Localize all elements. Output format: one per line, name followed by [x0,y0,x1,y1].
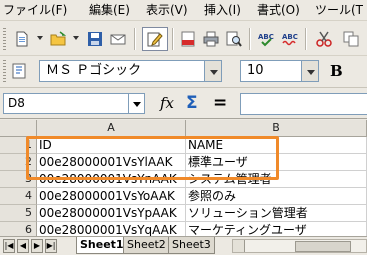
scroll-left-button[interactable] [233,240,245,252]
menu-view[interactable]: 表示(V) [146,3,188,18]
edit-file-icon[interactable] [147,31,163,47]
svg-text:ABC: ABC [282,33,298,41]
spellcheck-icon[interactable]: ABC [258,31,274,47]
menu-edit[interactable]: 編集(E) [89,3,130,18]
font-size-dropdown-button[interactable] [302,60,319,82]
cell-a4[interactable]: 00e28000001VsYoAAK [37,188,186,205]
styles-formatting-icon[interactable] [11,63,27,79]
menu-bar: ファイル(F) 編集(E) 表示(V) 挿入(I) 書式(O) ツール(T [0,0,367,21]
toolbar-separator [249,28,250,50]
tab-sheet1[interactable]: Sheet1 [76,237,128,254]
formatting-toolbar: ＭＳ Ｐゴシック 10 B [0,56,367,88]
select-all-corner[interactable] [0,120,37,137]
open-folder-icon[interactable] [50,31,66,47]
new-document-icon[interactable] [14,31,30,47]
formula-bar: D8 fx Σ = [0,89,367,119]
page-preview-icon[interactable] [226,31,242,47]
cell-b6[interactable]: マーケティングユーザ [186,222,367,236]
scrollbar-thumb[interactable] [295,241,351,252]
standard-toolbar: ABC ABC [0,22,367,56]
last-sheet-button[interactable]: ▶| [45,239,57,253]
function-equals-icon[interactable]: = [213,93,227,113]
cell-a6[interactable]: 00e28000001VsYqAAK [37,222,186,236]
toolbar-separator [305,28,306,50]
formula-input[interactable] [240,93,367,115]
row-header[interactable]: 4 [0,188,37,205]
copy-icon[interactable] [343,31,359,47]
toolbar-grip[interactable] [3,28,6,50]
column-header-a[interactable]: A [37,120,186,137]
row-header[interactable]: 5 [0,205,37,222]
menu-format[interactable]: 書式(O) [257,3,300,18]
column-header-b[interactable]: B [186,120,367,137]
sheet-tab-bar: |◀ ◀ ▶ ▶| Sheet1 Sheet2 Sheet3 [0,236,367,255]
cell-a5[interactable]: 00e28000001VsYpAAK [37,205,186,222]
highlight-box [26,136,279,180]
menu-tools[interactable]: ツール(T [315,3,363,18]
name-box-dropdown-button[interactable] [129,93,145,114]
next-sheet-button[interactable]: ▶ [31,239,43,253]
menu-file[interactable]: ファイル(F) [3,3,67,18]
menu-insert[interactable]: 挿入(I) [204,3,241,18]
email-icon[interactable] [110,31,126,47]
name-box[interactable]: D8 [3,93,129,114]
open-dropdown-icon[interactable] [73,36,79,40]
bold-button[interactable]: B [330,62,343,80]
cell-b5[interactable]: ソリューション管理者 [186,205,367,222]
sum-icon[interactable]: Σ [186,93,198,113]
function-wizard-icon[interactable]: fx [160,94,174,112]
toolbar-grip[interactable] [3,60,6,82]
font-name-dropdown-button[interactable] [205,60,222,82]
print-icon[interactable] [203,31,219,47]
first-sheet-button[interactable]: |◀ [3,239,15,253]
previous-sheet-button[interactable]: ◀ [17,239,29,253]
save-icon[interactable] [87,31,103,47]
new-dropdown-icon[interactable] [37,36,43,40]
toolbar-separator [134,28,135,50]
cell-b4[interactable]: 参照のみ [186,188,367,205]
export-pdf-icon[interactable] [180,31,196,47]
font-name-field[interactable]: ＭＳ Ｐゴシック [39,60,205,82]
tab-sheet2[interactable]: Sheet2 [123,237,170,254]
tab-sheet3[interactable]: Sheet3 [168,237,215,254]
row-header[interactable]: 6 [0,222,37,236]
font-size-field[interactable]: 10 [240,60,302,82]
cut-icon[interactable] [316,31,332,47]
auto-spellcheck-icon[interactable]: ABC [282,31,298,47]
toolbar-separator [172,28,173,50]
horizontal-scrollbar[interactable] [232,239,367,253]
